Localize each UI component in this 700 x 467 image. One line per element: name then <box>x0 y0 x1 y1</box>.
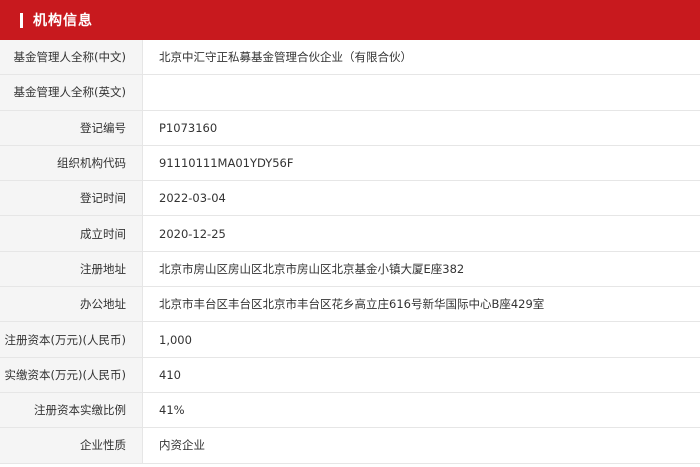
field-label: 成立时间 <box>0 216 143 251</box>
table-row: 基金管理人全称(英文) <box>0 75 700 111</box>
field-label: 企业性质 <box>0 428 143 463</box>
field-value: 41% <box>159 403 185 418</box>
table-row: 登记编号 P1073160 <box>0 110 700 146</box>
field-value: 410 <box>159 367 181 382</box>
field-label: 组织机构代码 <box>0 145 143 181</box>
table-row: 实缴资本(万元)(人民币) 410 <box>0 357 700 393</box>
field-value: 北京市房山区房山区北京市房山区北京基金小镇大厦E座382 <box>159 261 465 276</box>
field-label: 注册地址 <box>0 251 143 287</box>
field-value: 1,000 <box>159 332 192 347</box>
header-accent-bar <box>20 12 23 28</box>
field-label: 登记时间 <box>0 181 143 216</box>
field-value: 2020-12-25 <box>159 226 226 241</box>
table-row: 注册资本(万元)(人民币) 1,000 <box>0 322 700 358</box>
table-row: 办公地址 北京市丰台区丰台区北京市丰台区花乡高立庄616号新华国际中心B座429… <box>0 287 700 323</box>
field-label: 基金管理人全称(中文) <box>0 40 143 75</box>
institution-info-panel: 机构信息 基金管理人全称(中文) 北京中汇守正私募基金管理合伙企业（有限合伙） … <box>0 0 700 467</box>
table-row: 基金管理人全称(中文) 北京中汇守正私募基金管理合伙企业（有限合伙） <box>0 40 700 76</box>
field-value: 内资企业 <box>159 438 205 453</box>
field-label: 实缴资本(万元)(人民币) <box>0 357 143 392</box>
field-label: 登记编号 <box>0 110 143 145</box>
table-row: 注册地址 北京市房山区房山区北京市房山区北京基金小镇大厦E座382 <box>0 251 700 288</box>
field-value: 2022-03-04 <box>159 191 226 206</box>
field-value: 北京中汇守正私募基金管理合伙企业（有限合伙） <box>159 50 412 65</box>
field-value: 北京市丰台区丰台区北京市丰台区花乡高立庄616号新华国际中心B座429室 <box>159 297 545 312</box>
info-table: 基金管理人全称(中文) 北京中汇守正私募基金管理合伙企业（有限合伙） 基金管理人… <box>0 40 700 464</box>
section-header: 机构信息 <box>0 0 700 40</box>
table-row: 组织机构代码 91110111MA01YDY56F <box>0 145 700 182</box>
table-row: 注册资本实缴比例 41% <box>0 392 700 429</box>
field-label: 注册资本(万元)(人民币) <box>0 322 143 357</box>
field-value: P1073160 <box>159 120 218 135</box>
table-row: 企业性质 内资企业 <box>0 428 700 464</box>
field-label: 基金管理人全称(英文) <box>0 75 143 110</box>
field-label: 注册资本实缴比例 <box>0 392 143 428</box>
table-row: 登记时间 2022-03-04 <box>0 181 700 217</box>
field-value <box>143 75 700 109</box>
table-row: 成立时间 2020-12-25 <box>0 216 700 252</box>
field-value: 91110111MA01YDY56F <box>159 156 294 171</box>
section-title: 机构信息 <box>33 13 93 29</box>
field-label: 办公地址 <box>0 287 143 322</box>
